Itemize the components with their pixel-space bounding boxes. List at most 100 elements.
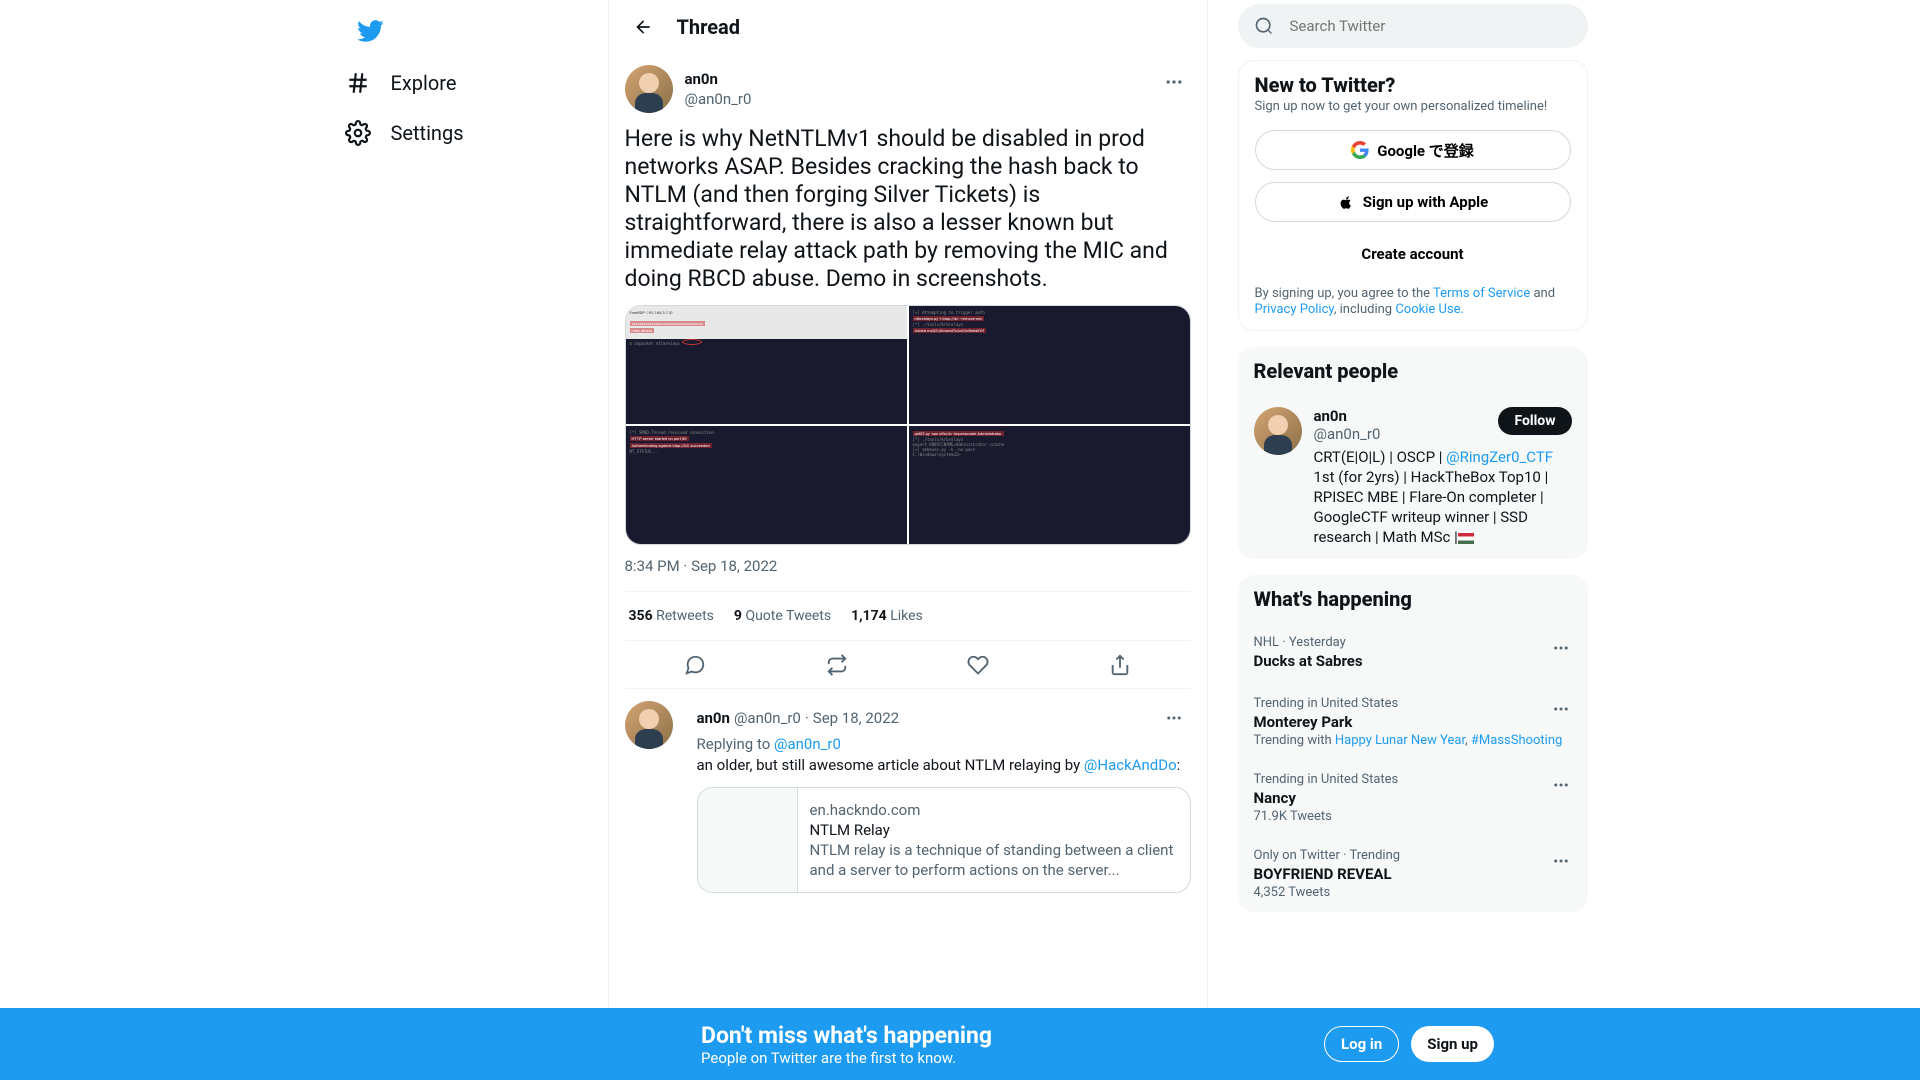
signup-card: New to Twitter? Sign up now to get your … xyxy=(1238,60,1588,331)
apple-signup-button[interactable]: Sign up with Apple xyxy=(1255,182,1571,222)
apple-icon xyxy=(1337,193,1355,211)
tweet-text: Here is why NetNTLMv1 should be disabled… xyxy=(625,125,1191,293)
tweet-timestamp[interactable]: 8:34 PM · Sep 18, 2022 xyxy=(625,557,1191,592)
relevant-people: Relevant people an0n @an0n_r0 Follow CRT… xyxy=(1238,347,1588,559)
trend-item[interactable]: Trending in United States Monterey Park Tr… xyxy=(1238,684,1588,760)
media-image-2[interactable]: [+] Attempting to trigger authntlmrelayx… xyxy=(909,306,1190,424)
reply-author-name[interactable]: an0n xyxy=(697,708,730,728)
media-image-4[interactable]: getST.py -spn cifs/dc -impersonate Admin… xyxy=(909,426,1190,544)
more-button[interactable] xyxy=(1544,844,1578,878)
nav-settings-label: Settings xyxy=(391,121,464,145)
replying-to-link[interactable]: @an0n_r0 xyxy=(774,735,841,753)
whats-happening: What's happening NHL · Yesterday Ducks at… xyxy=(1238,575,1588,912)
hash-icon xyxy=(345,70,371,96)
quotes-stat[interactable]: 9 Quote Tweets xyxy=(734,608,831,624)
trend-item[interactable]: Only on Twitter · Trending BOYFRIEND REVE… xyxy=(1238,836,1588,912)
avatar[interactable] xyxy=(625,65,673,113)
trend-meta: Trending in United States xyxy=(1254,772,1572,787)
link-domain: en.hackndo.com xyxy=(810,800,1178,820)
relevant-title: Relevant people xyxy=(1238,347,1588,395)
media-image-1[interactable]: FreeRDP: 192.168.3.110xxxxxxxxxxxxxxxxxx… xyxy=(626,306,907,424)
reply-tweet[interactable]: an0n @an0n_r0 · Sep 18, 2022 Replying to… xyxy=(609,689,1207,905)
cookie-link[interactable]: Cookie Use. xyxy=(1395,302,1464,317)
media-grid: FreeRDP: 192.168.3.110xxxxxxxxxxxxxxxxxx… xyxy=(625,305,1191,545)
trend-item[interactable]: NHL · Yesterday Ducks at Sabres xyxy=(1238,623,1588,684)
media-image-3[interactable]: [*] SMBD-Thread received connectionHTTP … xyxy=(626,426,907,544)
signup-title: New to Twitter? xyxy=(1255,73,1571,97)
trend-meta: Trending in United States xyxy=(1254,696,1572,711)
person-row: an0n @an0n_r0 Follow CRT(E|O|L) | OSCP |… xyxy=(1238,395,1588,559)
author-name: an0n xyxy=(685,69,752,89)
twitter-logo[interactable] xyxy=(345,6,395,56)
tweet-stats: 356 Retweets 9 Quote Tweets 1,174 Likes xyxy=(625,592,1191,641)
author-handle: @an0n_r0 xyxy=(685,89,752,109)
trend-item[interactable]: Trending in United States Nancy 71.9K Twee… xyxy=(1238,760,1588,836)
gear-icon xyxy=(345,120,371,146)
reply-button[interactable] xyxy=(676,646,714,684)
nav-explore[interactable]: Explore xyxy=(333,58,485,108)
author-link[interactable]: an0n @an0n_r0 xyxy=(625,65,752,113)
person-bio: CRT(E|O|L) | OSCP | @RingZer0_CTF 1st (f… xyxy=(1314,447,1572,547)
mention-link[interactable]: @HackAndDo xyxy=(1084,756,1177,774)
search-box[interactable] xyxy=(1238,4,1588,48)
privacy-link[interactable]: Privacy Policy xyxy=(1255,302,1334,317)
person-name[interactable]: an0n xyxy=(1314,407,1381,425)
link-description: NTLM relay is a technique of standing be… xyxy=(810,840,1178,880)
link-thumbnail xyxy=(698,788,798,892)
signup-banner: Don't miss what's happening People on Tw… xyxy=(0,1008,1920,1080)
more-button[interactable] xyxy=(1544,692,1578,726)
page-title: Thread xyxy=(677,15,741,39)
create-account-button[interactable]: Create account xyxy=(1255,234,1571,274)
nav-explore-label: Explore xyxy=(391,71,457,95)
happening-title: What's happening xyxy=(1238,575,1588,623)
reply-date[interactable]: Sep 18, 2022 xyxy=(813,709,899,727)
trend-title: Monterey Park xyxy=(1254,713,1572,731)
reply-author-handle[interactable]: @an0n_r0 xyxy=(734,709,801,727)
login-button[interactable]: Log in xyxy=(1324,1026,1399,1062)
trend-title: BOYFRIEND REVEAL xyxy=(1254,865,1572,883)
link-title: NTLM Relay xyxy=(810,820,1178,840)
replying-to: Replying to @an0n_r0 xyxy=(697,735,1191,753)
avatar[interactable] xyxy=(1254,407,1302,455)
trend-title: Ducks at Sabres xyxy=(1254,652,1572,670)
trend-sub: Trending with Happy Lunar New Year, #Mas… xyxy=(1254,733,1572,748)
trend-link[interactable]: Happy Lunar New Year xyxy=(1335,733,1465,748)
reply-text: an older, but still awesome article abou… xyxy=(697,755,1191,775)
more-button[interactable] xyxy=(1157,65,1191,99)
main-tweet: an0n @an0n_r0 Here is why NetNTLMv1 shou… xyxy=(609,53,1207,689)
tos-link[interactable]: Terms of Service xyxy=(1433,286,1530,301)
back-button[interactable] xyxy=(625,9,661,45)
banner-subtitle: People on Twitter are the first to know. xyxy=(701,1049,992,1067)
banner-title: Don't miss what's happening xyxy=(701,1022,992,1049)
google-icon xyxy=(1351,141,1369,159)
trend-meta: Only on Twitter · Trending xyxy=(1254,848,1572,863)
likes-stat[interactable]: 1,174 Likes xyxy=(851,608,923,624)
trend-title: Nancy xyxy=(1254,789,1572,807)
search-icon xyxy=(1254,16,1274,36)
signup-subtitle: Sign up now to get your own personalized… xyxy=(1255,99,1571,114)
signup-legal: By signing up, you agree to the Terms of… xyxy=(1255,286,1571,318)
flag-hungary-icon xyxy=(1458,533,1474,544)
signup-button[interactable]: Sign up xyxy=(1411,1026,1494,1062)
trend-sub: 4,352 Tweets xyxy=(1254,885,1572,900)
bio-mention-link[interactable]: @RingZer0_CTF xyxy=(1446,448,1553,466)
retweets-stat[interactable]: 356 Retweets xyxy=(629,608,714,624)
like-button[interactable] xyxy=(959,646,997,684)
trend-sub: 71.9K Tweets xyxy=(1254,809,1572,824)
avatar[interactable] xyxy=(625,701,673,749)
trend-meta: NHL · Yesterday xyxy=(1254,635,1572,650)
nav-settings[interactable]: Settings xyxy=(333,108,492,158)
retweet-button[interactable] xyxy=(818,646,856,684)
thread-header: Thread xyxy=(609,0,1207,53)
person-handle[interactable]: @an0n_r0 xyxy=(1314,425,1381,443)
more-button[interactable] xyxy=(1544,631,1578,665)
trend-link[interactable]: #MassShooting xyxy=(1471,733,1562,748)
tweet-actions xyxy=(625,641,1191,689)
share-button[interactable] xyxy=(1101,646,1139,684)
more-button[interactable] xyxy=(1157,701,1191,735)
link-card[interactable]: en.hackndo.com NTLM Relay NTLM relay is … xyxy=(697,787,1191,893)
follow-button[interactable]: Follow xyxy=(1498,407,1571,435)
search-input[interactable] xyxy=(1290,17,1572,35)
more-button[interactable] xyxy=(1544,768,1578,802)
google-signup-button[interactable]: Google で登録 xyxy=(1255,130,1571,170)
